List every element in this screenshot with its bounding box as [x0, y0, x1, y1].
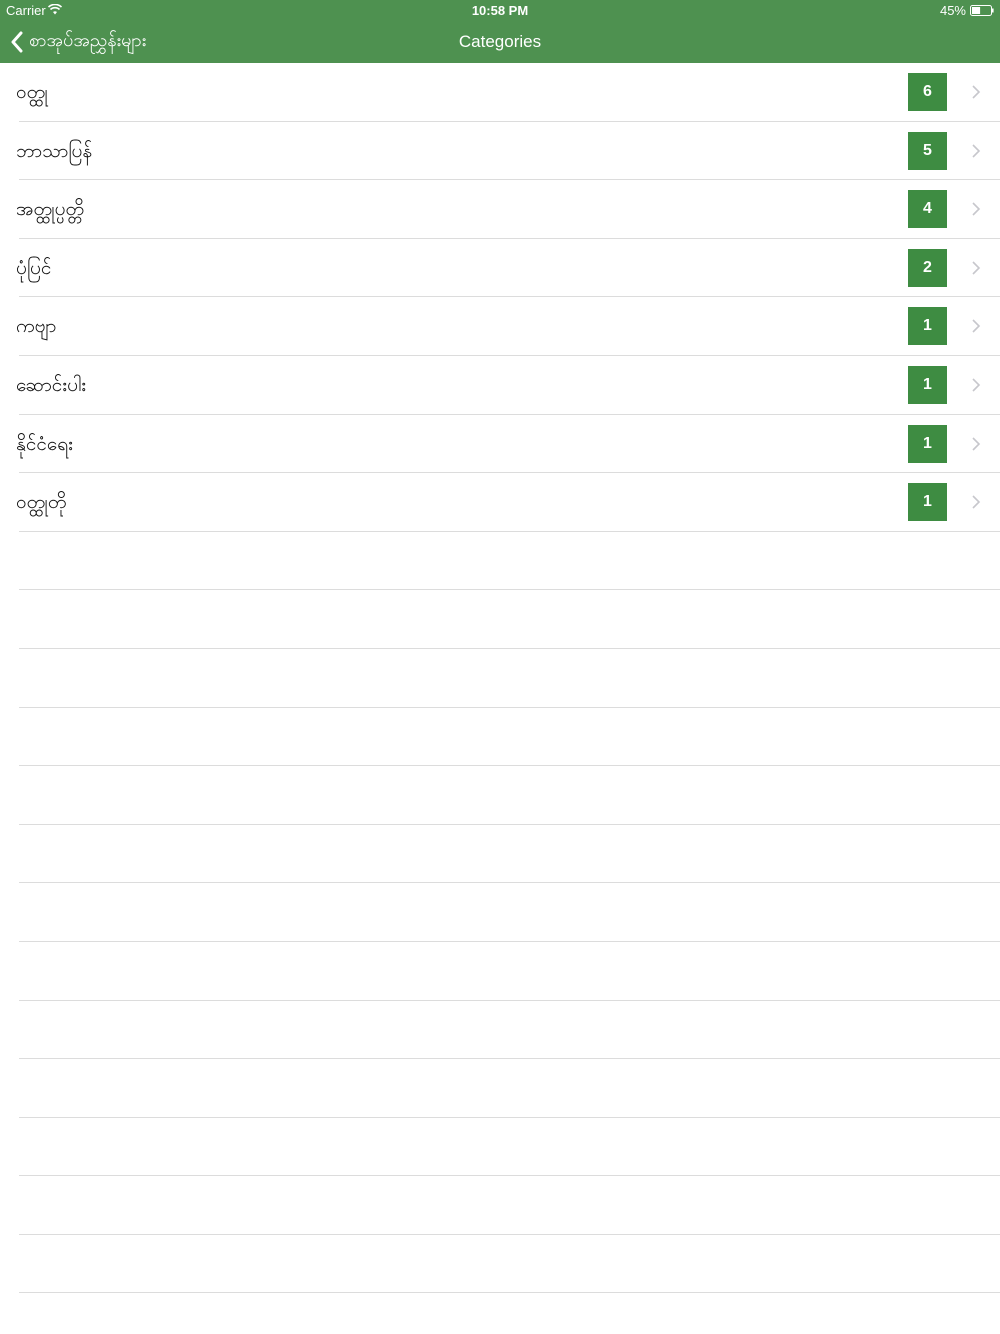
disclosure-chevron-icon: [972, 261, 981, 275]
category-row[interactable]: ဝတ္ထု 6: [0, 63, 1000, 122]
battery-percent: 45%: [939, 3, 966, 18]
empty-row-separator: [0, 1059, 1000, 1118]
empty-table-area: [0, 532, 1000, 1294]
status-bar: Carrier 10:58 PM 45%: [0, 0, 1000, 20]
empty-row-separator: [0, 1118, 1000, 1177]
category-count-badge: 1: [908, 307, 947, 346]
disclosure-chevron-icon: [972, 436, 981, 451]
disclosure-chevron-icon: [972, 202, 981, 216]
category-row[interactable]: ဝတ္ထုတို 1: [0, 473, 1000, 532]
empty-row-separator: [0, 1001, 1000, 1060]
empty-row-separator: [0, 1176, 1000, 1235]
category-label: နိုင်ငံရေး: [16, 432, 73, 455]
header: Carrier 10:58 PM 45% စာအုပ်အညွှန်းများ C…: [0, 0, 1000, 63]
battery-icon: [970, 5, 994, 16]
category-count-badge: 5: [908, 131, 947, 170]
category-count-badge: 6: [908, 73, 947, 111]
category-count-badge: 1: [908, 424, 947, 463]
disclosure-chevron-icon: [972, 495, 981, 509]
category-row[interactable]: ဆောင်းပါး 1: [0, 356, 1000, 415]
category-label: အတ္ထုပ္ပတ္တိ: [16, 198, 85, 221]
category-count-badge: 4: [908, 190, 947, 229]
category-row[interactable]: ပုံပြင် 2: [0, 239, 1000, 298]
empty-row-separator: [0, 532, 1000, 591]
empty-row-separator: [0, 708, 1000, 767]
navigation-bar: စာအုပ်အညွှန်းများ Categories: [0, 20, 1000, 63]
page-title: Categories: [458, 32, 542, 51]
empty-row-separator: [0, 766, 1000, 825]
empty-row-separator: [0, 942, 1000, 1001]
empty-row-separator: [0, 1235, 1000, 1294]
category-label: ဆောင်းပါး: [16, 373, 87, 396]
category-label: ကဗျာ: [16, 315, 57, 338]
category-label: ဘာသာပြန်: [16, 139, 93, 162]
status-time: 10:58 PM: [471, 3, 529, 18]
disclosure-chevron-icon: [972, 378, 981, 392]
category-count-badge: 1: [908, 483, 947, 522]
category-label: ပုံပြင်: [16, 256, 52, 279]
disclosure-chevron-icon: [972, 144, 981, 158]
category-row[interactable]: နိုင်ငံရေး 1: [0, 415, 1000, 474]
category-count-badge: 2: [908, 248, 947, 287]
empty-row-separator: [0, 590, 1000, 649]
category-label: ဝတ္ထုတို: [16, 491, 67, 514]
empty-row-separator: [0, 825, 1000, 884]
disclosure-chevron-icon: [972, 319, 981, 333]
category-row[interactable]: ဘာသာပြန် 5: [0, 122, 1000, 181]
category-count-badge: 1: [908, 365, 947, 404]
disclosure-chevron-icon: [972, 85, 981, 99]
category-row[interactable]: အတ္ထုပ္ပတ္တိ 4: [0, 180, 1000, 239]
category-label: ဝတ္ထု: [16, 81, 48, 103]
category-row[interactable]: ကဗျာ 1: [0, 297, 1000, 356]
category-list: ဝတ္ထု 6 ဘာသာပြန် 5 အတ္ထုပ္ပတ္တိ 4 ပုံပြင…: [0, 63, 1000, 1294]
empty-row-separator: [0, 649, 1000, 708]
empty-row-separator: [0, 883, 1000, 942]
